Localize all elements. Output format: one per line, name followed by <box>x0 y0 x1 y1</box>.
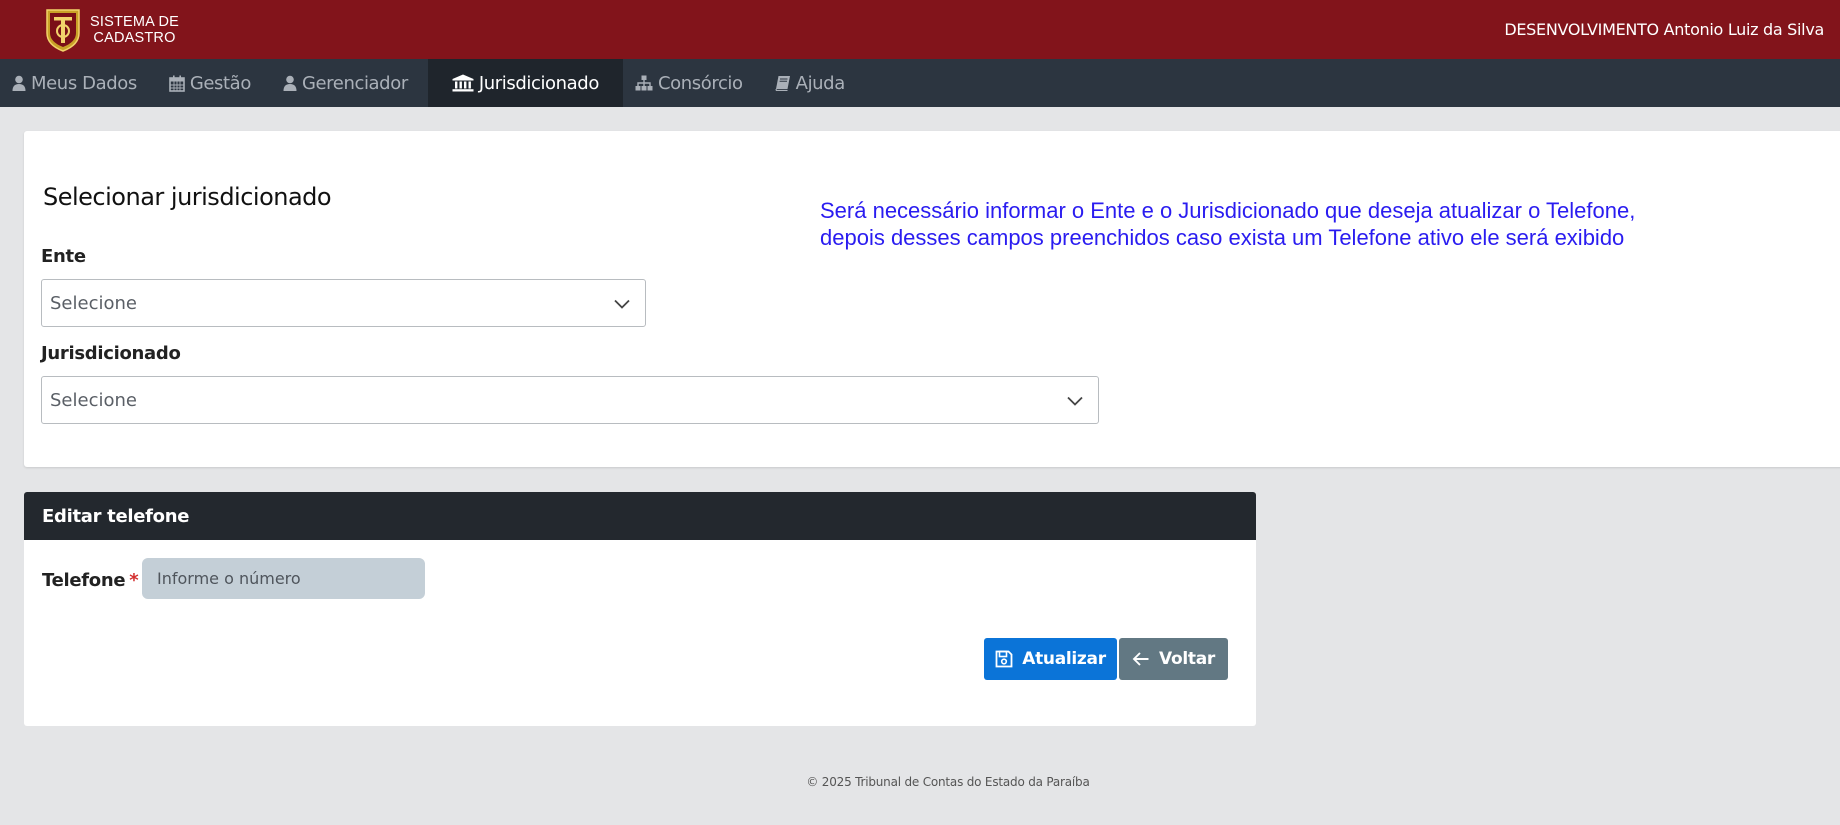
card-title: Selecionar jurisdicionado <box>43 183 332 211</box>
nav-label: Jurisdicionado <box>478 72 600 94</box>
required-mark: * <box>129 570 139 591</box>
arrow-left-icon <box>1132 652 1149 666</box>
brand-line2: CADASTRO <box>93 29 176 46</box>
ente-select[interactable]: Selecione <box>41 279 646 327</box>
edit-telefone-card: Editar telefone Telefone* Atualizar Volt… <box>24 492 1256 726</box>
jurisdicionado-select-value: Selecione <box>50 389 137 411</box>
brand[interactable]: SISTEMA DE CADASTRO <box>44 0 179 59</box>
sitemap-icon <box>635 75 658 91</box>
telefone-label-text: Telefone <box>42 570 126 591</box>
nav-label: Gerenciador <box>301 72 408 94</box>
card-header: Editar telefone <box>24 492 1256 540</box>
atualizar-button[interactable]: Atualizar <box>984 638 1117 680</box>
institution-icon <box>452 74 479 92</box>
card-header-title: Editar telefone <box>42 505 190 527</box>
voltar-button[interactable]: Voltar <box>1119 638 1228 680</box>
nav-item-meus-dados[interactable]: Meus Dados <box>0 59 157 107</box>
tce-logo-icon <box>46 8 80 52</box>
help-annotation: Será necessário informar o Ente e o Juri… <box>820 197 1635 251</box>
nav-item-consorcio[interactable]: Consórcio <box>623 59 763 107</box>
annotation-line2: depois desses campos preenchidos caso ex… <box>820 225 1625 250</box>
user-icon <box>12 75 31 91</box>
jurisdicionado-select[interactable]: Selecione <box>41 376 1099 424</box>
chevron-down-icon <box>1066 392 1084 415</box>
atualizar-label: Atualizar <box>1022 649 1106 669</box>
top-header: SISTEMA DE CADASTRO DESENVOLVIMENTO Anto… <box>0 0 1840 59</box>
chevron-down-icon <box>613 295 631 318</box>
select-jurisdicionado-card: Selecionar jurisdicionado Ente Selecione… <box>24 131 1840 467</box>
annotation-line1: Será necessário informar o Ente e o Juri… <box>820 198 1636 223</box>
nav-item-ajuda[interactable]: Ajuda <box>763 59 865 107</box>
voltar-label: Voltar <box>1159 649 1215 669</box>
nav-item-gerenciador[interactable]: Gerenciador <box>271 59 428 107</box>
book-icon <box>775 75 796 91</box>
nav-label: Ajuda <box>795 72 846 94</box>
brand-line1: SISTEMA DE <box>90 13 180 30</box>
jurisdicionado-label: Jurisdicionado <box>41 343 181 364</box>
telefone-input[interactable] <box>142 558 425 599</box>
calendar-icon <box>169 75 190 92</box>
ente-select-value: Selecione <box>50 292 137 314</box>
telefone-label: Telefone * <box>42 570 139 591</box>
nav-label: Consórcio <box>657 72 743 94</box>
user-icon <box>283 75 302 91</box>
brand-text: SISTEMA DE CADASTRO <box>90 14 179 46</box>
user-name[interactable]: DESENVOLVIMENTO Antonio Luiz da Silva <box>1504 20 1824 39</box>
nav-item-gestao[interactable]: Gestão <box>157 59 271 107</box>
nav-item-jurisdicionado[interactable]: Jurisdicionado <box>427 59 623 107</box>
save-icon <box>995 650 1013 668</box>
ente-label: Ente <box>41 246 86 267</box>
main-nav: Meus Dados Gestão Gerenciador Jurisdicio… <box>0 59 1840 107</box>
footer-copyright: © 2025 Tribunal de Contas do Estado da P… <box>806 775 1090 789</box>
nav-label: Gestão <box>189 72 252 94</box>
nav-label: Meus Dados <box>31 72 137 94</box>
